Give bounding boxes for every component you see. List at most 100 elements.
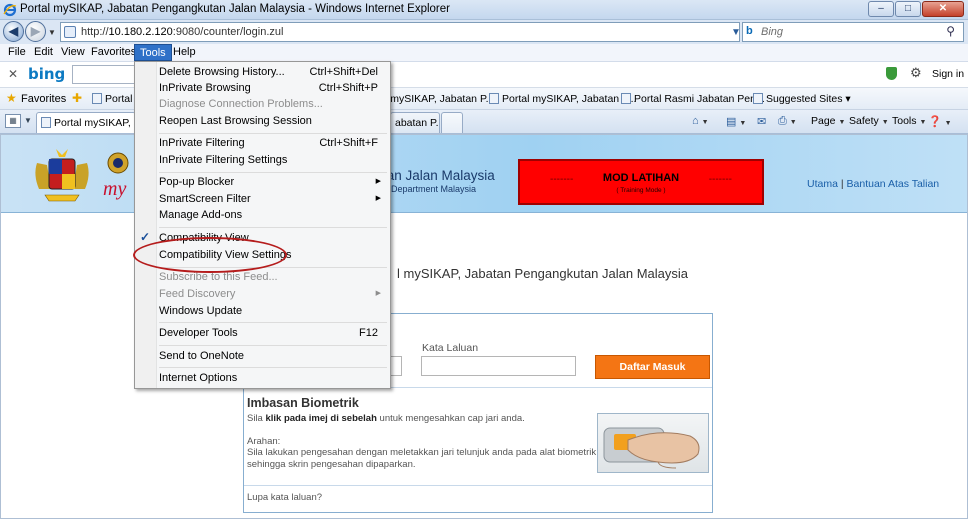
- minimize-button[interactable]: –: [868, 1, 894, 17]
- favorites-star-icon[interactable]: ★: [6, 91, 17, 105]
- home-button[interactable]: ⌂ ▼: [692, 115, 709, 127]
- menu-item-label: Diagnose Connection Problems...: [159, 98, 323, 110]
- online-help-link[interactable]: Bantuan Atas Talian: [847, 178, 940, 190]
- tools-menu-button[interactable]: Tools ▼: [892, 115, 926, 127]
- feeds-button[interactable]: ▤ ▼: [726, 115, 746, 128]
- page-menu-label: Page: [811, 115, 836, 127]
- menu-edit[interactable]: Edit: [29, 44, 58, 61]
- tab-active[interactable]: Portal mySIKAP, Jab: [36, 112, 136, 133]
- menu-icon-gutter: [135, 62, 157, 388]
- address-dropdown-icon[interactable]: ▼: [729, 27, 743, 38]
- welcome-heading: l mySIKAP, Jabatan Pengangkutan Jalan Ma…: [397, 266, 688, 281]
- menu-item-compatibility-view-settings[interactable]: Compatibility View Settings: [159, 249, 387, 265]
- close-window-button[interactable]: ✕: [922, 1, 964, 17]
- print-button[interactable]: ⎙ ▼: [778, 115, 797, 128]
- fingerprint-scanner-image[interactable]: [597, 413, 709, 473]
- page-icon: [92, 93, 102, 104]
- recent-pages-dropdown-icon[interactable]: ▼: [48, 28, 56, 37]
- menu-item-reopen-session[interactable]: Reopen Last Browsing Session: [159, 115, 387, 131]
- chevron-down-icon: ▼: [789, 119, 797, 126]
- training-mode-banner: ------- ------- MOD LATIHAN ( Training M…: [518, 159, 764, 205]
- svg-text:my: my: [103, 178, 126, 200]
- instr-post: untuk mengesahkan cap jari anda.: [376, 413, 525, 424]
- menu-item-popup-blocker[interactable]: Pop-up Blocker ▶: [159, 176, 387, 192]
- close-toolbar-icon[interactable]: ✕: [8, 67, 18, 81]
- back-button[interactable]: ◀: [3, 21, 24, 42]
- menu-item-label: InPrivate Filtering Settings: [159, 154, 288, 166]
- forward-button[interactable]: ▶: [25, 21, 46, 42]
- search-box[interactable]: b Bing ⚲: [742, 22, 964, 42]
- feed-icon: ▤: [726, 116, 737, 128]
- chevron-down-icon: ▼: [881, 119, 889, 126]
- page-menu-button[interactable]: Page ▼: [811, 115, 845, 127]
- chevron-down-icon: ▼: [701, 119, 709, 126]
- menu-item-smartscreen-filter[interactable]: SmartScreen Filter ▶: [159, 193, 387, 209]
- menu-item-inprivate-filtering-settings[interactable]: InPrivate Filtering Settings: [159, 154, 387, 170]
- read-mail-button[interactable]: ✉: [757, 115, 766, 128]
- menu-separator: [159, 267, 387, 268]
- menu-item-feed-discovery: Feed Discovery ▶: [159, 288, 387, 304]
- menu-help[interactable]: Help: [168, 44, 201, 61]
- favorites-button[interactable]: Favorites: [21, 93, 66, 105]
- menu-item-inprivate-filtering[interactable]: InPrivate Filtering Ctrl+Shift+F: [159, 137, 387, 153]
- menu-item-label: Manage Add-ons: [159, 209, 243, 221]
- home-link[interactable]: Utama: [807, 178, 838, 190]
- org-name: tan Jalan Malaysia: [383, 168, 495, 183]
- menu-item-label: Windows Update: [159, 305, 243, 317]
- page-icon: [64, 26, 76, 38]
- suggested-sites-link[interactable]: Suggested Sites ▾: [753, 93, 851, 105]
- checkmark-icon: ✓: [140, 230, 151, 244]
- menu-item-label: Delete Browsing History...: [159, 66, 285, 78]
- fav-link[interactable]: l mySIKAP, Jabatan P...: [385, 93, 494, 105]
- tab-list-dropdown-icon[interactable]: ▼: [24, 116, 32, 125]
- login-button[interactable]: Daftar Masuk: [595, 355, 710, 379]
- menu-item-compatibility-view[interactable]: Compatibility View: [159, 232, 387, 248]
- help-button[interactable]: ❓ ▼: [928, 115, 952, 128]
- quick-tabs-icon[interactable]: ▦: [5, 114, 21, 128]
- password-field[interactable]: [421, 356, 576, 376]
- submenu-arrow-icon: ▶: [375, 178, 381, 185]
- instr-pre: Sila: [247, 413, 266, 424]
- link-separator: |: [840, 178, 844, 190]
- address-bar[interactable]: http://10.180.2.120:9080/counter/login.z…: [60, 22, 800, 42]
- menu-item-inprivate-browsing[interactable]: InPrivate Browsing Ctrl+Shift+P: [159, 82, 387, 98]
- fav-link-label: Suggested Sites ▾: [766, 93, 851, 105]
- menu-tools[interactable]: Tools: [134, 44, 172, 61]
- fav-link[interactable]: Portal mySIKAP, Jabatan P...: [489, 93, 636, 105]
- header-links: Utama | Bantuan Atas Talian: [807, 178, 939, 190]
- safety-menu-button[interactable]: Safety ▼: [849, 115, 889, 127]
- add-favorite-icon[interactable]: ✚: [72, 91, 82, 105]
- shield-icon[interactable]: [886, 67, 897, 80]
- maximize-button[interactable]: □: [895, 1, 921, 17]
- menu-item-windows-update[interactable]: Windows Update: [159, 305, 387, 321]
- page-icon: [489, 93, 499, 104]
- shortcut-label: Ctrl+Shift+P: [318, 82, 378, 94]
- tab-inactive[interactable]: abatan P...: [390, 112, 440, 133]
- menu-item-manage-addons[interactable]: Manage Add-ons: [159, 209, 387, 225]
- fav-link[interactable]: Portal Rasmi Jabatan Pen...: [621, 93, 765, 105]
- fav-link[interactable]: Portal: [92, 93, 132, 105]
- fav-link-label: l mySIKAP, Jabatan P...: [385, 93, 495, 105]
- submenu-arrow-icon: ▶: [375, 195, 381, 202]
- shortcut-label: F12: [359, 327, 378, 339]
- divider: [244, 485, 712, 486]
- gear-icon[interactable]: ⚙: [910, 65, 922, 81]
- forgot-password-link[interactable]: Lupa kata laluan?: [247, 492, 322, 503]
- url-prefix: http://: [81, 26, 109, 38]
- back-arrow-icon: ◀: [8, 24, 19, 38]
- url-text[interactable]: http://10.180.2.120:9080/counter/login.z…: [81, 26, 283, 38]
- sign-in-link[interactable]: Sign in: [932, 68, 964, 80]
- menu-favorites[interactable]: Favorites: [86, 44, 141, 61]
- menu-item-internet-options[interactable]: Internet Options: [159, 372, 387, 388]
- menu-view[interactable]: View: [56, 44, 90, 61]
- menu-item-developer-tools[interactable]: Developer Tools F12: [159, 327, 387, 343]
- new-tab-button[interactable]: [441, 112, 463, 133]
- forward-arrow-icon: ▶: [30, 24, 41, 38]
- fingerprint-scanner-icon: [603, 427, 700, 469]
- menu-file[interactable]: File: [3, 44, 31, 61]
- menu-item-label: Internet Options: [159, 372, 238, 384]
- menu-item-send-to-onenote[interactable]: Send to OneNote: [159, 350, 387, 366]
- menu-item-delete-history[interactable]: Delete Browsing History... Ctrl+Shift+Del: [159, 66, 387, 82]
- bing-search-input[interactable]: [72, 65, 136, 84]
- search-icon[interactable]: ⚲: [946, 24, 955, 38]
